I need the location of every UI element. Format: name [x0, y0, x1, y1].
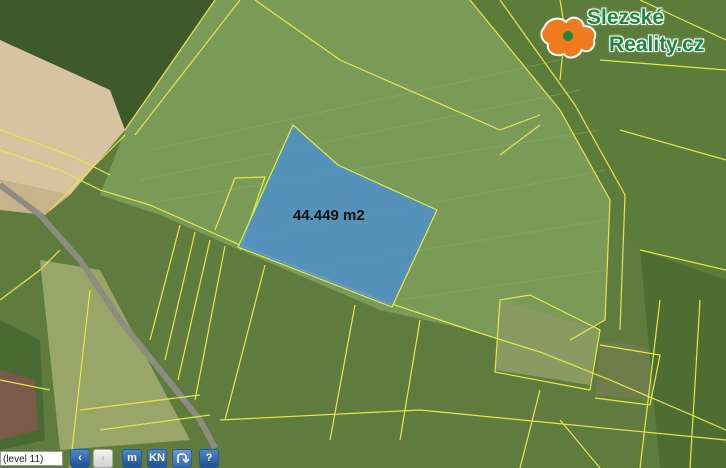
measure-icon: m: [127, 452, 137, 464]
measure-button[interactable]: m: [122, 449, 142, 468]
back-button[interactable]: ‹: [70, 449, 90, 468]
forward-button[interactable]: ›: [93, 449, 113, 468]
parcel-area-label: 44.449 m2: [293, 207, 365, 224]
layers-button[interactable]: [172, 449, 192, 468]
aerial-imagery: [0, 0, 726, 468]
layers-icon: [177, 453, 190, 464]
map-toolbar: (level 11) ‹ › m KN ?: [0, 448, 230, 468]
logo-text-line2: Reality.cz: [609, 33, 705, 56]
help-button[interactable]: ?: [199, 449, 219, 468]
map-view[interactable]: 44.449 m2 Slezské Reality.cz (level 11) …: [0, 0, 726, 468]
logo: Slezské Reality.cz: [538, 4, 722, 66]
cadastre-button[interactable]: KN: [147, 449, 167, 468]
logo-text-line1: Slezské: [587, 6, 665, 29]
zoom-level-indicator: (level 11): [0, 451, 63, 466]
